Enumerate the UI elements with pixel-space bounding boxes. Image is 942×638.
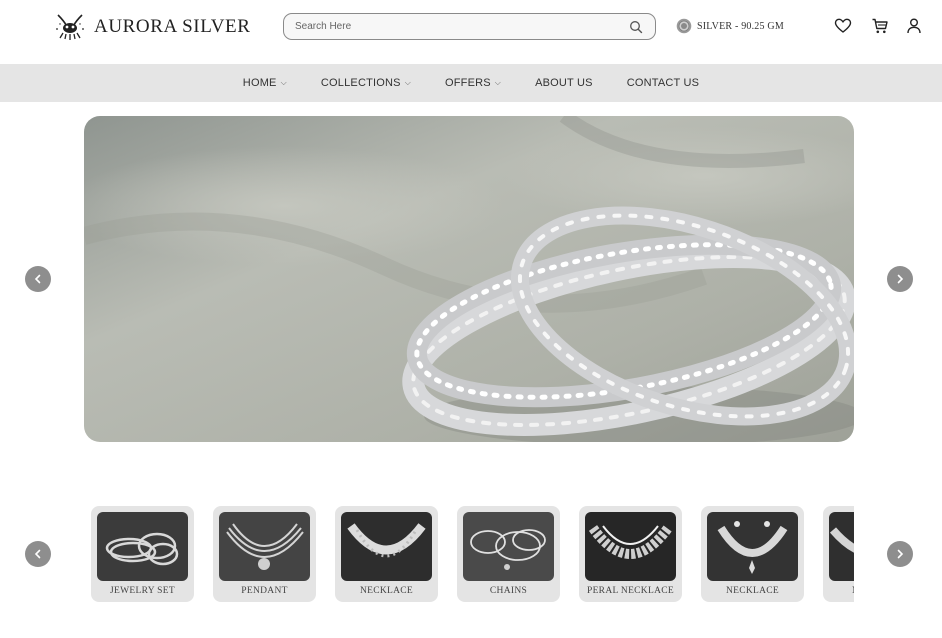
user-icon[interactable] (905, 17, 923, 35)
nav-home[interactable]: HOME ⌵ (243, 77, 287, 89)
nose-pin-image (829, 512, 854, 581)
category-card[interactable]: JEWELRY SET (91, 506, 194, 602)
categories-next-button[interactable] (887, 541, 913, 567)
category-label: NECKLACE (725, 586, 780, 596)
hero-prev-button[interactable] (25, 266, 51, 292)
nav-offers-label: OFFERS (444, 77, 491, 89)
nav-contact-us[interactable]: CONTACT US (627, 77, 700, 89)
hero-next-button[interactable] (887, 266, 913, 292)
brand-logo[interactable]: AURORA SILVER (54, 11, 251, 43)
category-label: PERAL NECKLACE (587, 586, 674, 596)
cart-icon[interactable] (871, 17, 889, 35)
category-label: NECKLACE (359, 586, 414, 596)
jewelry-set-image (97, 512, 188, 581)
category-card[interactable]: CHAINS (457, 506, 560, 602)
category-card[interactable]: PENDANT (213, 506, 316, 602)
nav-about-us[interactable]: ABOUT US (535, 77, 593, 89)
nav-collections[interactable]: COLLECTIONS ⌵ (321, 77, 411, 89)
heart-icon[interactable] (834, 17, 852, 35)
search-icon[interactable] (629, 20, 643, 34)
silver-coin-icon (676, 18, 692, 34)
site-header: AURORA SILVER SILVER - 90.25 GM (0, 0, 942, 64)
nav-offers[interactable]: OFFERS ⌵ (445, 77, 501, 89)
silver-rate: SILVER - 90.25 GM (676, 18, 784, 34)
hero-banner[interactable] (84, 116, 854, 442)
necklace-set-image (707, 512, 798, 581)
chevron-left-icon (34, 549, 41, 559)
chevron-down-icon: ⌵ (404, 78, 411, 87)
categories-prev-button[interactable] (25, 541, 51, 567)
brand-name: AURORA SILVER (94, 16, 251, 37)
silver-bangles-image (84, 116, 854, 442)
pearl-necklace-image (585, 512, 676, 581)
chevron-right-icon (897, 549, 904, 559)
category-carousel: JEWELRY SET PENDANT NECKLACE CHAINS PERA… (88, 504, 854, 606)
chevron-left-icon (34, 274, 41, 284)
crest-icon (56, 14, 84, 40)
category-label: CHAINS (489, 586, 528, 596)
category-card[interactable]: PERAL NECKLACE (579, 506, 682, 602)
nav-contact-us-label: CONTACT US (626, 77, 700, 89)
necklace-image (341, 512, 432, 581)
search-input[interactable] (295, 21, 655, 32)
chevron-down-icon: ⌵ (280, 78, 287, 87)
category-label: NOSE PIN (823, 586, 854, 596)
chevron-right-icon (897, 274, 904, 284)
category-label: PENDANT (241, 586, 288, 596)
nav-about-us-label: ABOUT US (535, 77, 593, 89)
nav-home-label: HOME (242, 77, 277, 89)
search-bar (283, 13, 656, 40)
category-label: JEWELRY SET (110, 586, 175, 596)
category-card[interactable]: NOSE PIN (823, 506, 854, 602)
main-nav: HOME ⌵ COLLECTIONS ⌵ OFFERS ⌵ ABOUT US C… (0, 64, 942, 102)
silver-rate-label: SILVER - 90.25 GM (697, 20, 784, 32)
pendant-image (219, 512, 310, 581)
category-card[interactable]: NECKLACE (335, 506, 438, 602)
chevron-down-icon: ⌵ (494, 78, 502, 87)
chains-image (463, 512, 554, 581)
category-card[interactable]: NECKLACE (701, 506, 804, 602)
nav-collections-label: COLLECTIONS (320, 77, 401, 89)
